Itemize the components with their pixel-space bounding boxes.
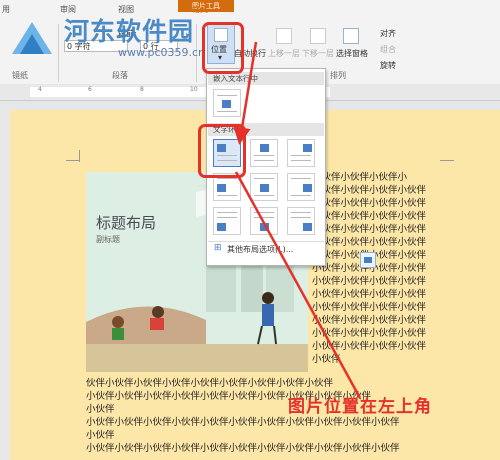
annotation-caption: 图片位置在左上角	[288, 397, 432, 417]
position-top-right-option[interactable]	[287, 139, 315, 167]
picture-title: 标题布局	[96, 214, 157, 232]
bring-forward-icon	[276, 28, 292, 44]
position-bottom-left-option[interactable]	[213, 207, 241, 235]
align-button[interactable]: 对齐	[380, 28, 396, 39]
text-line: 小伙伴小伙伴小伙伴小	[312, 172, 408, 183]
send-backward-button[interactable]: 下移一层	[302, 48, 334, 59]
tab-reference[interactable]: 用	[2, 4, 10, 15]
bring-forward-button[interactable]: 上移一层	[268, 48, 300, 59]
rotate-button[interactable]: 旋转	[380, 60, 396, 71]
text-line: 小伙伴小伙伴小伙伴小伙伴	[312, 185, 427, 196]
text-line: 小伙伴小伙伴小伙伴小伙伴	[312, 237, 427, 248]
group-button[interactable]: 组合	[380, 44, 396, 55]
send-backward-icon	[310, 28, 326, 44]
text-line: 小伙伴	[86, 430, 115, 441]
picture-subtitle: 副标题	[96, 235, 120, 244]
selection-pane-button[interactable]: 选择窗格	[336, 48, 368, 59]
position-top-center-option[interactable]	[250, 139, 278, 167]
group-label-arrange: 排列	[330, 71, 346, 80]
watermark-url: www.pc0359.cn	[118, 46, 206, 59]
group-label-paragraph: 段落	[112, 71, 128, 80]
tab-format[interactable]: 格式	[192, 4, 208, 15]
text-line: 小伙伴	[86, 404, 115, 415]
group-label-wrap: 镜纸	[12, 71, 28, 80]
text-line: 小伙伴小伙伴小伙伴小伙伴	[312, 276, 427, 287]
text-line: 小伙伴小伙伴小伙伴小伙伴小伙伴小伙伴小伙伴小伙伴小伙伴小伙伴小伙伴	[86, 443, 400, 454]
selection-pane-icon	[343, 28, 359, 44]
position-middle-right-option[interactable]	[287, 173, 315, 201]
text-line: 小伙伴小伙伴小伙伴小伙伴	[312, 198, 427, 209]
text-line: 小伙伴小伙伴小伙伴小伙伴	[312, 328, 427, 339]
hedong-logo-icon	[12, 22, 52, 54]
position-bottom-right-option[interactable]	[287, 207, 315, 235]
text-line: 小伙伴小伙伴小伙伴小伙伴	[312, 289, 427, 300]
text-line: 小伙伴小伙伴小伙伴小伙伴	[312, 315, 427, 326]
highlight-position-button	[202, 22, 244, 74]
position-middle-center-option[interactable]	[250, 173, 278, 201]
text-line: 小伙伴小伙伴小伙伴小伙伴	[312, 302, 427, 313]
text-line: 小伙伴	[312, 354, 341, 365]
layout-options-icon: ⊞	[214, 243, 222, 253]
text-line: 小伙伴小伙伴小伙伴小伙伴小伙伴小伙伴小伙伴小伙伴小伙伴小伙伴小伙伴	[86, 417, 400, 428]
more-layout-options-item[interactable]: 其他布局选项(L)...	[227, 244, 293, 255]
inline-position-option[interactable]	[213, 89, 241, 117]
text-line: 小伙伴小伙伴小伙伴小伙伴	[312, 341, 427, 352]
layout-options-button[interactable]	[360, 252, 376, 268]
watermark-title: 河东软件园	[64, 17, 195, 46]
position-bottom-center-option[interactable]	[250, 207, 278, 235]
text-line: 小伙伴小伙伴小伙伴小伙伴	[312, 211, 427, 222]
highlight-top-left-option	[198, 124, 246, 178]
text-line: 小伙伴小伙伴小伙伴小伙伴	[312, 224, 427, 235]
text-line: 伙伴小伙伴小伙伴小伙伴小伙伴小伙伴小伙伴小伙伴小伙伴	[86, 378, 334, 389]
